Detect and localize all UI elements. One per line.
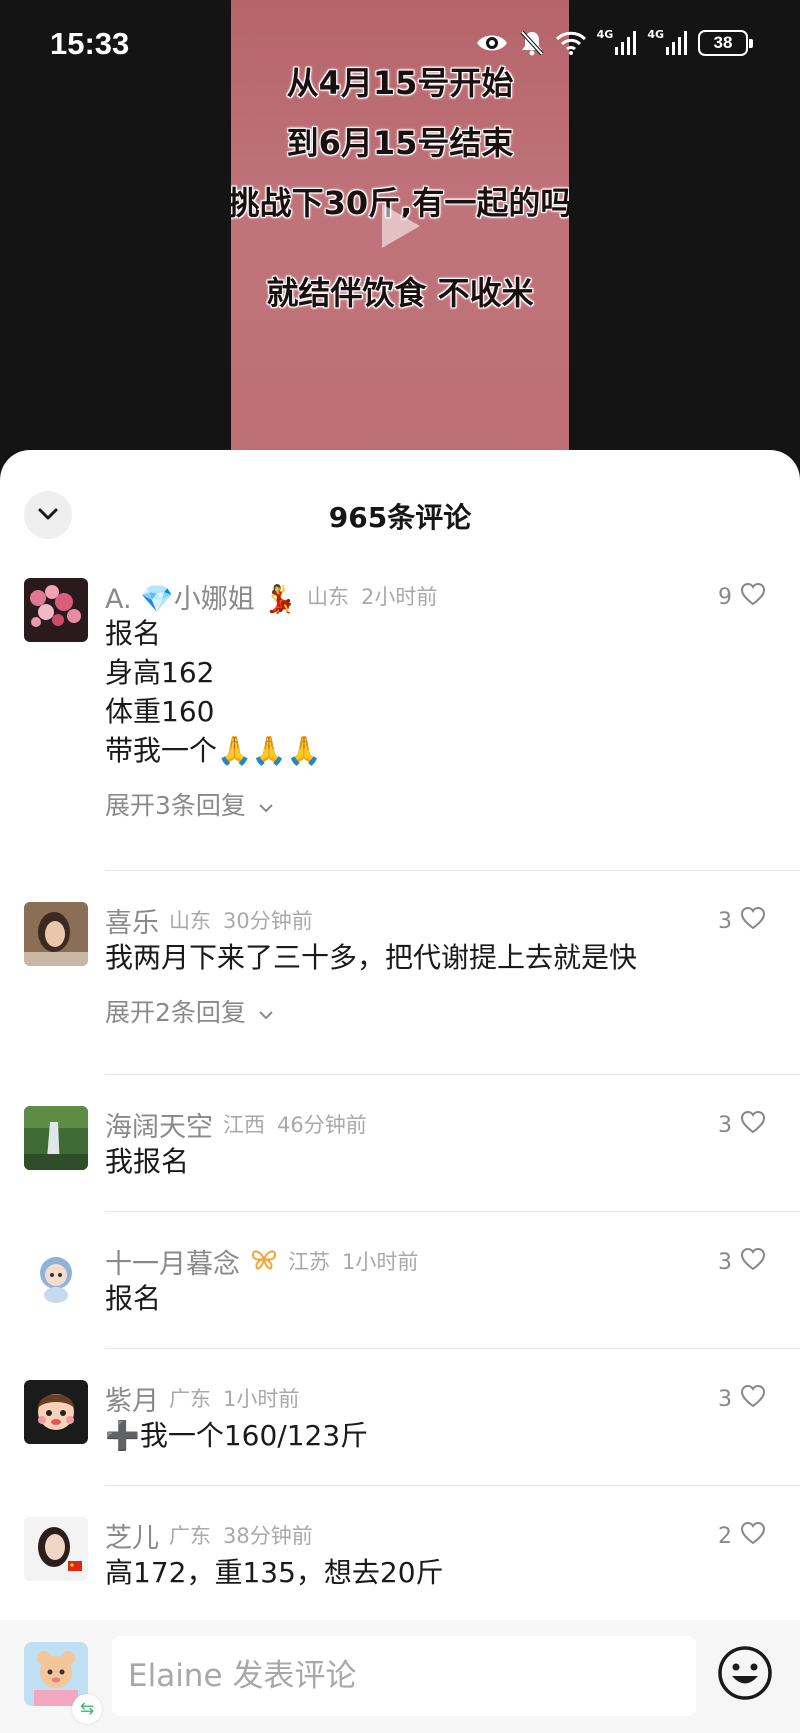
avatar[interactable] <box>24 1380 88 1444</box>
comment-location: 山东 <box>169 909 211 933</box>
comment-author[interactable]: 喜乐 <box>105 901 159 940</box>
comment-author[interactable]: 芝儿 <box>105 1516 159 1555</box>
divider <box>105 1348 800 1349</box>
comment-input-bar: ⇆ <box>0 1620 800 1733</box>
status-bar: 15:33 4G 4G 38 <box>0 0 800 90</box>
divider <box>105 1074 800 1075</box>
comment-text-line: ➕我一个160/123斤 <box>105 1419 369 1452</box>
heart-outline-icon <box>740 906 766 936</box>
heart-outline-icon <box>740 1247 766 1277</box>
comment-text-line: 身高162 <box>105 656 215 689</box>
butterfly-icon <box>250 1248 278 1274</box>
avatar[interactable] <box>24 578 88 642</box>
avatar[interactable] <box>24 1243 88 1307</box>
comment-meta: 紫月 广东 1小时前 <box>105 1379 700 1418</box>
like-button[interactable]: 3 <box>718 1384 766 1414</box>
avatar[interactable] <box>24 902 88 966</box>
comment-location: 江西 <box>223 1113 265 1137</box>
video-caption-line: 到6月15号结束 <box>286 124 514 162</box>
comment-body: 喜乐 山东 30分钟前 我两月下来了三十多，把代谢提上去就是快 展开2条回复 <box>105 902 700 1029</box>
like-button[interactable]: 2 <box>718 1521 766 1551</box>
heart-outline-icon <box>740 1521 766 1551</box>
like-count: 3 <box>718 908 732 934</box>
eye-icon <box>475 28 509 58</box>
comment-body: A. 💎小娜姐 💃 山东 2小时前 报名 身高162 体重160 带我一个🙏🙏🙏… <box>105 578 700 822</box>
comment-text-line: 我两月下来了三十多，把代谢提上去就是快 <box>105 941 638 974</box>
chevron-down-icon <box>258 997 274 1026</box>
comment-body: 海阔天空 江西 46分钟前 我报名 <box>105 1106 700 1181</box>
like-button[interactable]: 3 <box>718 906 766 936</box>
comment-text-line: 带我一个🙏🙏🙏 <box>105 734 322 767</box>
comment-input[interactable] <box>112 1636 696 1716</box>
like-count: 3 <box>718 1386 732 1412</box>
comment-location: 江苏 <box>288 1250 330 1274</box>
switch-arrows-icon[interactable]: ⇆ <box>72 1694 102 1724</box>
divider <box>105 870 800 871</box>
video-caption-line: 就结伴饮食 不收米 <box>266 274 534 312</box>
like-count: 3 <box>718 1249 732 1275</box>
comment-author[interactable]: A. 💎小娜姐 💃 <box>105 577 297 616</box>
like-button[interactable]: 3 <box>718 1247 766 1277</box>
comment-meta: A. 💎小娜姐 💃 山东 2小时前 <box>105 577 700 616</box>
comment-count-title: 965条评论 <box>328 501 472 534</box>
status-time: 15:33 <box>50 26 130 61</box>
expand-replies-button[interactable]: 展开2条回复 <box>105 993 700 1029</box>
smiley-icon <box>716 1646 774 1706</box>
like-count: 9 <box>718 584 732 610</box>
comment-meta: 芝儿 广东 38分钟前 <box>105 1516 700 1555</box>
divider <box>105 1485 800 1486</box>
chevron-down-icon <box>258 790 274 819</box>
comment-text-line: 报名 <box>105 1282 162 1315</box>
signal-4g-icon: 4G <box>597 28 638 58</box>
heart-outline-icon <box>740 1110 766 1140</box>
status-icons: 4G 4G 38 <box>475 28 753 58</box>
expand-replies-button[interactable]: 展开3条回复 <box>105 786 700 822</box>
comment-author[interactable]: 海阔天空 <box>105 1105 213 1144</box>
heart-outline-icon <box>740 582 766 612</box>
sheet-header: 965条评论 <box>0 450 800 550</box>
network-label: 4G <box>647 28 664 41</box>
comment-sheet: 965条评论 A. 💎小娜姐 💃 山东 2小时前 报名 身高162 体重160 … <box>0 450 800 1733</box>
comment-time: 30分钟前 <box>223 909 313 933</box>
comment-time: 46分钟前 <box>277 1113 367 1137</box>
comment-location: 广东 <box>169 1524 211 1548</box>
like-button[interactable]: 9 <box>718 582 766 612</box>
comment-text-line: 体重160 <box>105 695 215 728</box>
wifi-icon <box>555 28 587 58</box>
comment-meta: 海阔天空 江西 46分钟前 <box>105 1105 700 1144</box>
comment-text-line: 我报名 <box>105 1145 190 1178</box>
comment-time: 1小时前 <box>342 1250 419 1274</box>
play-icon[interactable] <box>382 204 420 248</box>
signal-4g-icon: 4G <box>647 28 688 58</box>
network-label: 4G <box>596 28 614 41</box>
comment-author[interactable]: 十一月暮念 <box>105 1242 240 1281</box>
comment-text-line: 报名 <box>105 617 162 650</box>
heart-outline-icon <box>740 1384 766 1414</box>
avatar[interactable] <box>24 1106 88 1170</box>
expand-replies-label: 展开2条回复 <box>105 998 246 1027</box>
emoji-button[interactable] <box>716 1644 774 1702</box>
like-count: 3 <box>718 1112 732 1138</box>
comment-meta: 喜乐 山东 30分钟前 <box>105 901 700 940</box>
comment-author[interactable]: 紫月 <box>105 1379 159 1418</box>
divider <box>105 1211 800 1212</box>
comment-time: 38分钟前 <box>223 1524 313 1548</box>
comment-location: 山东 <box>306 585 349 609</box>
avatar[interactable] <box>24 1517 88 1581</box>
comment-meta: 十一月暮念 江苏 1小时前 <box>105 1242 700 1281</box>
bell-muted-icon <box>519 28 545 58</box>
expand-replies-label: 展开3条回复 <box>105 791 246 820</box>
comment-body: 紫月 广东 1小时前 ➕我一个160/123斤 <box>105 1380 700 1455</box>
battery-icon: 38 <box>698 30 753 56</box>
like-button[interactable]: 3 <box>718 1110 766 1140</box>
like-count: 2 <box>718 1523 732 1549</box>
comment-body: 十一月暮念 江苏 1小时前 报名 <box>105 1243 700 1318</box>
comment-time: 2小时前 <box>360 585 438 609</box>
comment-time: 1小时前 <box>223 1387 300 1411</box>
comment-text-line: 高172，重135，想去20斤 <box>105 1556 444 1589</box>
comment-body: 芝儿 广东 38分钟前 高172，重135，想去20斤 <box>105 1517 700 1592</box>
comment-location: 广东 <box>169 1387 211 1411</box>
